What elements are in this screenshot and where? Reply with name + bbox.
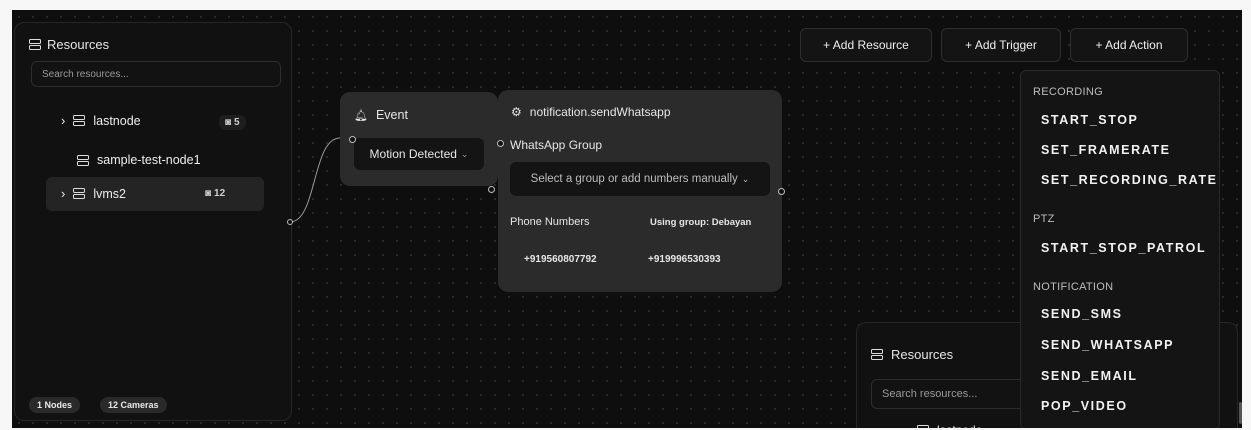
menu-section-ptz: PTZ	[1033, 213, 1055, 225]
using-group-text: Using group: Debayan	[650, 217, 752, 228]
chevron-right-icon[interactable]: ›	[905, 423, 909, 428]
menu-item-pop-video[interactable]: POP_VIDEO	[1041, 399, 1128, 413]
menu-item-send-whatsapp[interactable]: SEND_WHATSAPP	[1041, 338, 1174, 352]
server-icon	[29, 39, 41, 50]
event-node-title: Event	[375, 108, 408, 122]
camera-icon: ◙	[205, 188, 212, 199]
tree-item-label: sample-test-node1	[97, 153, 201, 167]
resources-panel: Resources Search resources... › lastnode…	[14, 22, 292, 421]
chevron-right-icon[interactable]: ›	[61, 186, 65, 201]
menu-item-start-stop[interactable]: START_STOP	[1041, 113, 1139, 127]
menu-item-start-stop-patrol[interactable]: START_STOP_PATROL	[1041, 241, 1206, 255]
event-output-handle[interactable]	[488, 186, 495, 193]
camera-count-badge: ◙ 12	[205, 188, 226, 199]
server-icon	[871, 349, 883, 360]
event-type-select[interactable]: Motion Detected ⌄	[354, 138, 484, 170]
bell-icon: 🔔︎	[354, 109, 368, 122]
phone-number: +919996530393	[648, 254, 721, 265]
action-node[interactable]: ⚙ notification.sendWhatsapp WhatsApp Gro…	[498, 90, 782, 292]
search-input[interactable]: Search resources...	[31, 61, 281, 87]
server-icon	[73, 115, 86, 126]
phone-number: +919560807792	[524, 254, 597, 265]
menu-section-recording: RECORDING	[1033, 86, 1103, 98]
phone-numbers-label: Phone Numbers	[510, 216, 590, 228]
tree-item-sample-test-node1[interactable]: sample-test-node1	[15, 147, 291, 175]
action-input-handle[interactable]	[497, 140, 504, 147]
nodes-count-chip: 1 Nodes	[29, 397, 81, 413]
action-node-title: notification.sendWhatsapp	[529, 105, 671, 119]
chevron-down-icon: ⌄	[460, 148, 469, 159]
event-input-handle[interactable]	[349, 136, 356, 143]
panel-title: Resources	[47, 37, 110, 52]
event-node[interactable]: 🔔︎ Event Motion Detected ⌄	[340, 92, 498, 186]
chevron-down-icon: ⌄	[741, 173, 750, 184]
add-resource-button[interactable]: + Add Resource	[800, 28, 932, 62]
server-icon	[77, 154, 89, 166]
menu-item-send-email[interactable]: SEND_EMAIL	[1041, 369, 1138, 383]
group-select-placeholder: Select a group or add numbers manually	[530, 173, 738, 185]
add-action-button[interactable]: + Add Action	[1070, 28, 1188, 62]
tree-item-lastnode[interactable]: › lastnode ◙ 5	[15, 107, 291, 135]
menu-item-set-framerate[interactable]: SET_FRAMERATE	[1041, 143, 1171, 157]
server-icon	[73, 188, 86, 199]
add-trigger-button[interactable]: + Add Trigger	[941, 28, 1061, 62]
tree-item-label: lastnode	[937, 423, 982, 428]
gear-icon: ⚙	[511, 105, 522, 119]
event-type-value: Motion Detected	[369, 147, 457, 161]
tree-item-lvms2[interactable]: › lvms2 ◙ 12	[46, 177, 264, 211]
server-icon	[917, 424, 929, 428]
action-output-handle[interactable]	[778, 188, 785, 195]
cameras-count-chip: 12 Cameras	[100, 397, 167, 413]
camera-icon: ◙	[225, 117, 232, 128]
whatsapp-group-select[interactable]: Select a group or add numbers manually ⌄	[510, 162, 770, 196]
tree-item-label: lvms2	[93, 186, 126, 201]
panel-title: Resources	[891, 347, 954, 362]
chevron-right-icon[interactable]: ›	[61, 113, 65, 128]
camera-count-badge: ◙ 5	[219, 115, 246, 130]
tree-item-label: lastnode	[93, 113, 141, 128]
whatsapp-group-label: WhatsApp Group	[510, 138, 603, 152]
scrollbar[interactable]	[1239, 402, 1242, 424]
flow-canvas[interactable]: Resources Search resources... › lastnode…	[12, 10, 1242, 428]
menu-item-set-recording-rate[interactable]: SET_RECORDING_RATE	[1041, 173, 1218, 187]
menu-section-notification: NOTIFICATION	[1033, 281, 1114, 293]
add-action-menu: RECORDING START_STOP SET_FRAMERATE SET_R…	[1020, 70, 1220, 428]
menu-item-send-sms[interactable]: SEND_SMS	[1041, 307, 1123, 321]
